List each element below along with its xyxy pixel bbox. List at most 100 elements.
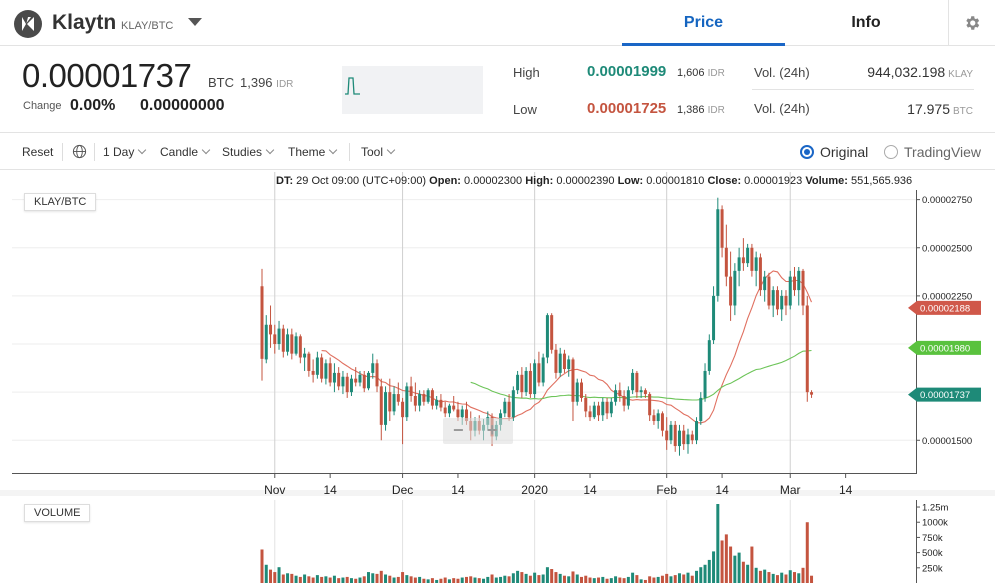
theme-label: Theme bbox=[288, 145, 326, 159]
volume-bar bbox=[801, 567, 805, 583]
candle-body bbox=[584, 397, 588, 412]
chevron-down-icon bbox=[138, 145, 147, 155]
candle-body bbox=[456, 409, 460, 418]
volume-bar bbox=[541, 574, 545, 583]
klaytn-logo-icon bbox=[14, 10, 42, 38]
candle-body bbox=[690, 434, 694, 441]
volume-bar bbox=[499, 576, 503, 583]
candle-body bbox=[609, 401, 613, 414]
volume-bar bbox=[264, 564, 268, 583]
volume-bar bbox=[286, 573, 290, 583]
candle-body bbox=[311, 370, 315, 375]
candle-body bbox=[707, 340, 711, 371]
coin-name: Klaytn bbox=[52, 11, 117, 34]
price-unit: BTC bbox=[208, 75, 234, 90]
volume-bar bbox=[805, 522, 809, 583]
volume-bar bbox=[707, 559, 711, 583]
candle-body bbox=[554, 349, 558, 373]
candle-body bbox=[677, 430, 681, 447]
candle-body bbox=[332, 372, 336, 383]
coin-dropdown-icon[interactable] bbox=[188, 18, 202, 26]
x-tick-label: 14 bbox=[715, 483, 729, 497]
studies-dropdown[interactable]: Studies bbox=[222, 145, 275, 159]
candle-body bbox=[337, 372, 341, 387]
volume-bar bbox=[473, 577, 477, 583]
candle-body bbox=[349, 378, 353, 393]
candle-body bbox=[430, 390, 434, 406]
volume-bar bbox=[494, 577, 498, 583]
volume-label-btc: Vol. (24h) bbox=[754, 101, 810, 116]
volume-bar bbox=[358, 577, 362, 583]
volume-bar bbox=[622, 578, 626, 583]
interval-dropdown[interactable]: 1 Day bbox=[103, 145, 147, 159]
candle-body bbox=[439, 399, 443, 408]
tool-dropdown[interactable]: Tool bbox=[361, 145, 396, 159]
candlestick-chart[interactable]: 0.00002750 0.00002500 0.00002250 0.00001500… bbox=[0, 171, 995, 583]
volume-bar bbox=[516, 570, 520, 583]
tab-info[interactable]: Info bbox=[785, 0, 947, 46]
volume-bar bbox=[405, 575, 409, 583]
settings-gear-icon[interactable] bbox=[948, 0, 995, 46]
volume-bar bbox=[303, 574, 307, 583]
candle-body bbox=[375, 363, 379, 387]
chevron-down-icon bbox=[386, 145, 396, 155]
volume-bar bbox=[699, 567, 703, 583]
volume-bar bbox=[686, 572, 690, 583]
volume-bar bbox=[311, 577, 315, 583]
candle-body bbox=[614, 390, 618, 402]
chevron-down-icon bbox=[329, 145, 338, 155]
radio-unselected-icon bbox=[884, 145, 898, 159]
volume-bar bbox=[729, 546, 733, 583]
volume-bar bbox=[341, 577, 345, 583]
zoom-in-icon[interactable]: + bbox=[487, 420, 498, 441]
radio-tradingview[interactable]: TradingView bbox=[884, 144, 981, 160]
volume-bar bbox=[452, 578, 456, 583]
candle-body bbox=[281, 328, 285, 352]
volume-bar bbox=[320, 576, 324, 583]
volume-bar bbox=[716, 504, 720, 583]
volume-bar bbox=[682, 574, 686, 583]
price-idr: 1,396 IDR bbox=[240, 75, 294, 90]
radio-original[interactable]: Original bbox=[800, 144, 868, 160]
volume-bar bbox=[656, 576, 660, 583]
theme-dropdown[interactable]: Theme bbox=[288, 145, 338, 159]
candle-body bbox=[384, 392, 388, 425]
volume-bar bbox=[396, 576, 400, 583]
candle-body bbox=[307, 353, 311, 371]
volume-bar bbox=[375, 573, 379, 583]
zoom-out-icon[interactable]: − bbox=[453, 420, 464, 441]
volume-bar bbox=[332, 575, 336, 583]
volume-bar bbox=[571, 571, 575, 583]
volume-bar bbox=[482, 578, 486, 583]
candle-body bbox=[597, 405, 601, 416]
x-tick-label: Feb bbox=[656, 483, 677, 497]
volume-bar bbox=[797, 573, 801, 583]
ohlc-readout: DT: 29 Oct 09:00 (UTC+09:00) Open: 0.000… bbox=[276, 175, 913, 187]
candle-body bbox=[686, 434, 690, 445]
volume-bar bbox=[618, 577, 622, 583]
volume-bar bbox=[712, 551, 716, 583]
tab-price[interactable]: Price bbox=[622, 0, 785, 46]
volume-bar bbox=[771, 573, 775, 583]
volume-bar bbox=[635, 575, 639, 583]
candle-body bbox=[545, 315, 549, 358]
candle-body bbox=[422, 394, 426, 402]
radio-tradingview-label: TradingView bbox=[904, 144, 982, 160]
stat-divider bbox=[752, 89, 974, 90]
candle-body bbox=[367, 372, 370, 389]
volume-bar bbox=[703, 564, 707, 583]
chart-type-dropdown[interactable]: Candle bbox=[160, 145, 211, 159]
volume-bar bbox=[337, 578, 341, 583]
change-percent: 0.00% bbox=[70, 97, 116, 114]
interval-label: 1 Day bbox=[103, 145, 135, 159]
globe-icon[interactable] bbox=[72, 144, 87, 162]
volume-bar bbox=[477, 578, 481, 583]
volume-bar bbox=[690, 575, 694, 583]
candle-body bbox=[426, 390, 430, 402]
volume-bar bbox=[443, 577, 447, 583]
candle-body bbox=[396, 394, 400, 402]
reset-button[interactable]: Reset bbox=[22, 145, 53, 159]
candle-body bbox=[460, 409, 464, 418]
volume-tick-label: 250k bbox=[922, 563, 943, 574]
volume-bar bbox=[724, 534, 728, 583]
